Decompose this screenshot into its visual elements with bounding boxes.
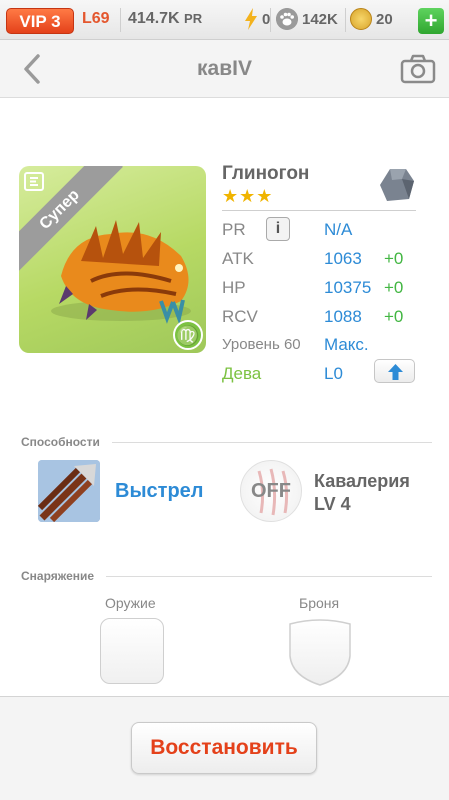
equipment-title: Снаряжение [21,569,95,583]
leader-skill-title: Кавалерия [314,471,410,491]
abilities-title: Способности [21,435,100,449]
hp-label: HP [222,278,246,297]
status-bar: VIP 3 L69 414.7K PR 0 142K 20 + [0,0,449,40]
level-value: Макс. [324,335,369,354]
pr-label: PR [222,220,246,239]
rock-element-icon [380,169,414,201]
monster-name: Глиногон [222,163,310,184]
separator [120,8,121,32]
hp-bonus: +0 [384,278,404,297]
separator [345,8,346,32]
armor-slot[interactable] [288,618,352,686]
hp-value: 10375 [324,278,372,297]
weapon-slot[interactable] [100,618,164,684]
atk-bonus: +0 [384,249,404,268]
lightning-icon [245,8,257,30]
page-title: кавIV [197,57,252,80]
coin-icon [350,8,372,30]
player-level: L69 [82,10,110,27]
atk-label: ATK [222,249,254,268]
atk-value: 1063 [324,249,362,268]
power-value: 414.7K [128,10,180,27]
armor-label: Броня [299,595,340,611]
stats-divider [222,210,416,211]
power-unit: PR [184,11,203,26]
camera-icon[interactable] [400,54,436,84]
monster-portrait[interactable]: Супер ♍ [19,166,206,353]
navigation-bar: кавIV [0,40,449,98]
section-divider [112,442,432,443]
virgo-icon: ♍ [173,320,203,350]
paw-icon [276,8,298,30]
skill-name[interactable]: Выстрел [115,480,204,503]
leader-skill-status: OFF [251,480,291,502]
restore-button[interactable]: Восстановить [131,722,317,774]
arrow-up-icon [388,364,403,380]
paws-value: 142K [302,11,338,28]
add-coins-button[interactable]: + [418,8,444,34]
element-icon [24,172,44,191]
arrows-icon [38,460,100,522]
info-button[interactable]: i [266,217,290,241]
vip-badge[interactable]: VIP 3 [6,8,74,34]
pr-value: N/A [324,220,353,239]
leader-skill-name[interactable]: Кавалерия LV 4 [314,470,410,516]
star-rating: ★★★ [222,186,274,206]
coins-value: 20 [376,11,393,28]
section-divider [106,576,432,577]
rcv-value: 1088 [324,307,362,326]
rcv-label: RCV [222,307,258,326]
separator [270,8,271,32]
skill-icon[interactable] [38,460,100,522]
rcv-bonus: +0 [384,307,404,326]
leader-skill-level: LV 4 [314,494,351,514]
zodiac-level: L0 [324,364,343,383]
level-label: Уровень 60 [222,336,301,353]
upgrade-zodiac-button[interactable] [374,359,415,383]
zodiac-label: Дева [222,364,262,383]
weapon-label: Оружие [105,595,156,611]
player-power: 414.7K PR [128,10,202,28]
